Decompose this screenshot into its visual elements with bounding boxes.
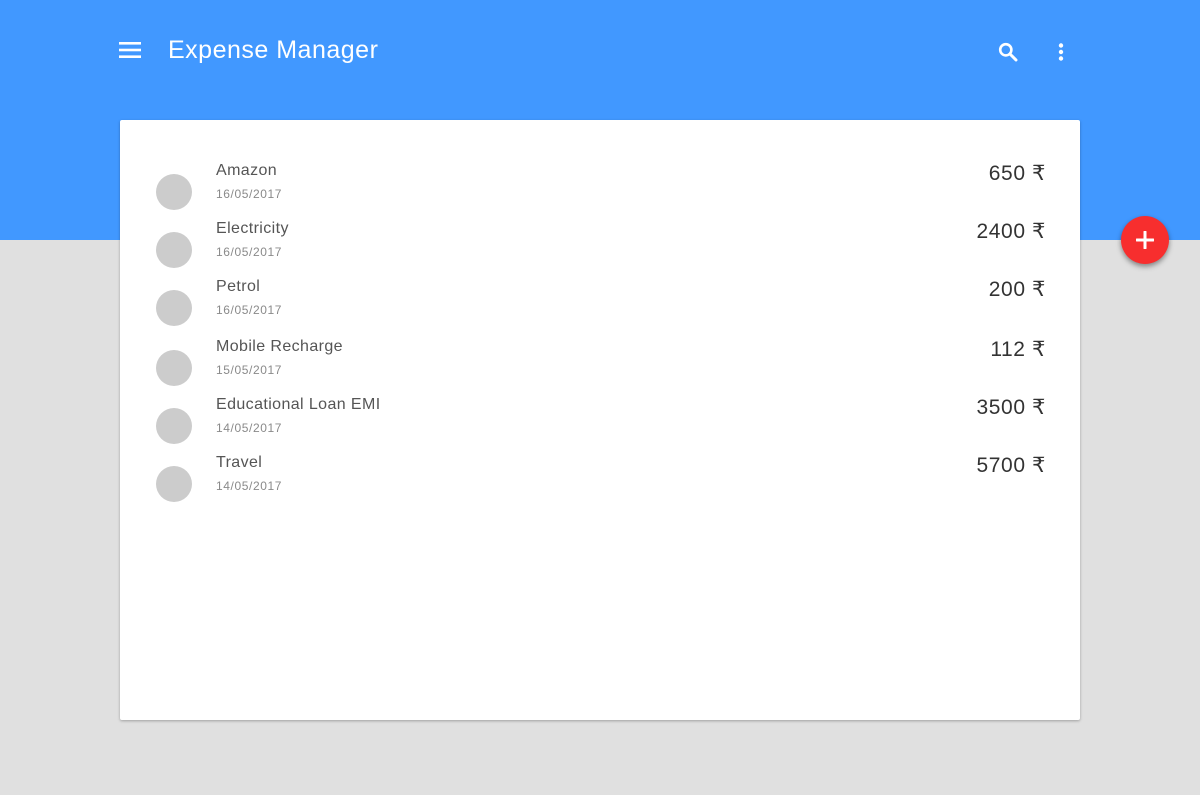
expense-date: 15/05/2017	[216, 363, 283, 377]
expense-name: Mobile Recharge	[216, 338, 343, 355]
avatar	[156, 174, 192, 210]
avatar	[156, 408, 192, 444]
expense-item[interactable]: Electricity 16/05/2017 2400 ₹	[120, 214, 1080, 268]
expense-name: Electricity	[216, 220, 289, 237]
expense-list-card: Amazon 16/05/2017 650 ₹ Electricity 16/0…	[120, 120, 1080, 720]
expense-date: 14/05/2017	[216, 479, 283, 493]
expense-date: 16/05/2017	[216, 187, 283, 201]
add-expense-button[interactable]	[1121, 216, 1169, 264]
expense-amount: 3500 ₹	[976, 396, 1046, 419]
search-icon	[998, 42, 1018, 62]
search-button[interactable]	[988, 32, 1028, 72]
expense-date: 16/05/2017	[216, 245, 283, 259]
expense-name: Educational Loan EMI	[216, 396, 381, 413]
expense-item[interactable]: Amazon 16/05/2017 650 ₹	[120, 156, 1080, 210]
expense-manager-app: Expense Manager Amazon 16/05/2017 650 ₹	[0, 0, 1200, 795]
expense-amount: 5700 ₹	[976, 454, 1046, 477]
expense-amount: 200 ₹	[988, 278, 1046, 301]
expense-item[interactable]: Petrol 16/05/2017 200 ₹	[120, 272, 1080, 326]
expense-amount: 650 ₹	[988, 162, 1046, 185]
app-title: Expense Manager	[168, 36, 379, 64]
expense-date: 14/05/2017	[216, 421, 283, 435]
avatar	[156, 232, 192, 268]
expense-name: Petrol	[216, 278, 261, 295]
expense-item[interactable]: Mobile Recharge 15/05/2017 112 ₹	[120, 332, 1080, 386]
add-icon	[1136, 231, 1154, 249]
more-options-button[interactable]	[1041, 32, 1081, 72]
avatar	[156, 466, 192, 502]
menu-icon	[119, 42, 141, 58]
expense-item[interactable]: Travel 14/05/2017 5700 ₹	[120, 448, 1080, 502]
expense-date: 16/05/2017	[216, 303, 283, 317]
expense-item[interactable]: Educational Loan EMI 14/05/2017 3500 ₹	[120, 390, 1080, 444]
menu-button[interactable]	[110, 30, 150, 70]
avatar	[156, 290, 192, 326]
expense-amount: 2400 ₹	[976, 220, 1046, 243]
expense-amount: 112 ₹	[990, 338, 1046, 361]
expense-name: Travel	[216, 454, 263, 471]
expense-name: Amazon	[216, 162, 278, 179]
avatar	[156, 350, 192, 386]
more-vert-icon	[1058, 43, 1064, 61]
